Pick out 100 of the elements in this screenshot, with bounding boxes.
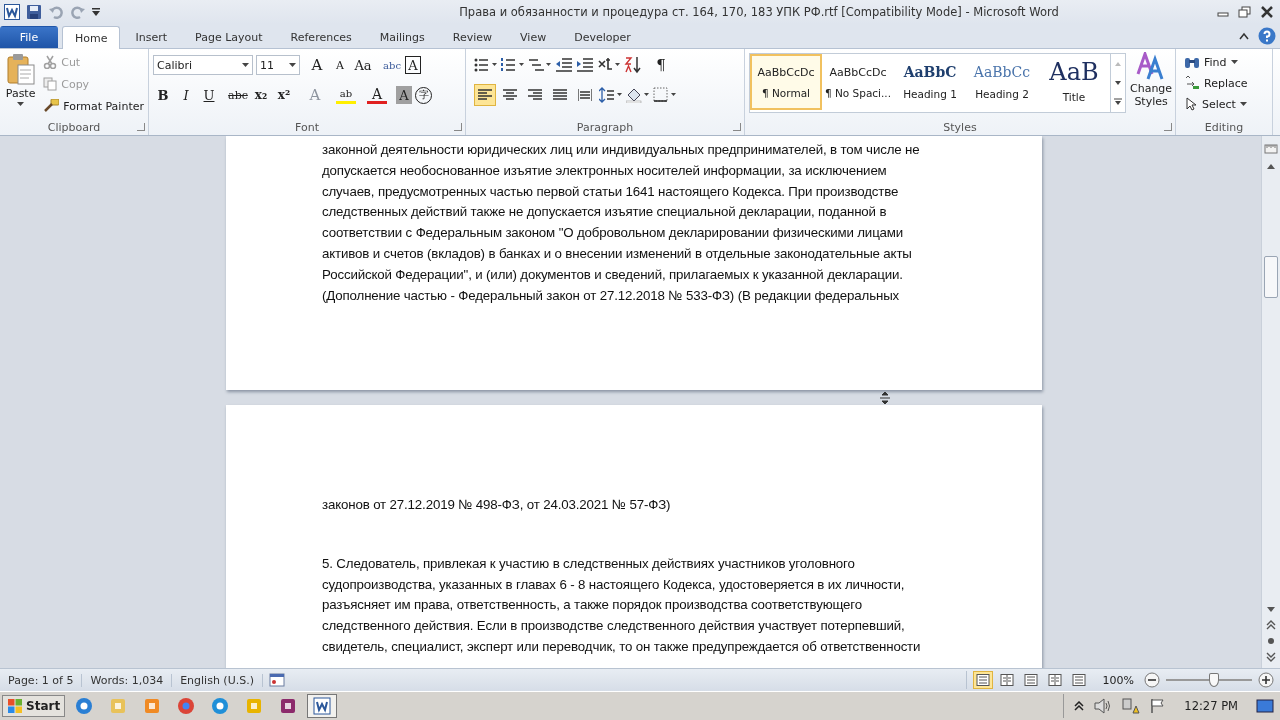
previous-page-icon[interactable] [1266,620,1276,630]
phonetic-button[interactable]: abc [382,54,402,76]
sub-button[interactable]: x₂ [251,84,271,106]
decrease-indent-icon[interactable] [555,57,573,73]
next-page-icon[interactable] [1266,652,1276,662]
shading-bucket-icon[interactable] [626,87,650,103]
vertical-scrollbar[interactable] [1261,136,1280,668]
strike-button[interactable]: abc [228,84,248,106]
status-item[interactable]: Page: 1 of 5 [6,673,83,687]
style-item[interactable]: AaB Title [1038,54,1110,110]
taskbar-app[interactable] [307,694,338,718]
customize-caret-icon[interactable] [92,7,100,17]
dialog-launcher-icon[interactable] [454,123,462,131]
status-item[interactable]: Words: 1,034 [88,673,173,687]
view-button[interactable] [972,671,993,689]
ribbon-tab[interactable]: Page Layout [182,26,276,48]
style-item[interactable]: AaBbCc Heading 2 [966,54,1038,110]
bullets-icon[interactable] [474,57,498,73]
start-button[interactable]: Start [2,695,66,717]
line-spacing-icon[interactable] [599,87,623,103]
shading-button[interactable]: A [396,86,412,104]
multilevel-list-icon[interactable] [528,57,552,73]
scroll-thumb[interactable] [1264,256,1278,298]
word-logo-icon[interactable] [4,4,20,20]
shrink-button[interactable]: A [330,54,350,76]
help-icon[interactable] [1258,27,1276,45]
ribbon-tab[interactable]: Insert [122,26,181,48]
dialog-launcher-icon[interactable] [1164,123,1172,131]
scroll-up-icon[interactable] [1266,162,1276,170]
change-styles-button[interactable]: Change Styles [1130,52,1173,108]
align-left-button[interactable] [474,84,496,106]
paintbrush-icon [43,99,60,113]
paste-button[interactable]: Paste [4,52,38,119]
painter-button[interactable]: Format Painter [43,96,144,116]
show-desktop-icon[interactable] [1256,698,1274,714]
browse-object-icon[interactable] [1266,636,1276,646]
save-icon[interactable] [26,4,42,20]
macro-record-icon[interactable] [268,673,285,687]
dialog-launcher-icon[interactable] [733,123,741,131]
grow-button[interactable]: A [307,54,327,76]
close-icon[interactable] [1260,6,1274,18]
ribbon-tab[interactable]: View [507,26,560,48]
asian-layout-icon[interactable] [597,57,621,73]
status-item[interactable]: English (U.S.) [178,673,263,687]
gallery-scroll[interactable] [1110,54,1125,112]
bold-button[interactable]: B [153,84,173,106]
border-button[interactable]: A [405,56,421,74]
clock[interactable]: 12:27 PM [1184,699,1238,713]
text-line: законной деятельности юридических лиц или индивидуальных предпринимателей, в том числе не [322,141,921,159]
replace-button[interactable]: Replace [1184,73,1268,93]
page-join-icon[interactable] [879,392,891,404]
find-button[interactable]: Find [1184,52,1268,72]
font-name-field[interactable]: Calibri [153,55,253,75]
sort-icon[interactable] [624,56,642,74]
copy-icon [43,77,58,91]
zoom-in-icon[interactable] [1258,672,1274,688]
zoom-level-button[interactable]: 100% [1102,673,1134,687]
ruler-icon[interactable] [1264,142,1278,156]
view-icon [1047,674,1062,686]
style-item[interactable]: AaBbC Heading 1 [894,54,966,110]
ribbon-tab[interactable]: Mailings [366,26,438,48]
view-icon [999,674,1014,686]
restore-icon[interactable] [1238,6,1252,18]
ribbon-tab[interactable]: Review [439,26,506,48]
numbering-icon[interactable] [501,57,525,73]
font-size-field[interactable]: 11 [256,55,300,75]
show-hidden-icons[interactable] [1074,701,1085,711]
alignment-icon [578,89,592,101]
sup-button[interactable]: x² [274,84,294,106]
ribbon-tab[interactable]: Home [62,26,121,49]
windows-logo-icon [7,698,23,714]
style-item[interactable]: AaBbCcDc ¶ Normal [750,54,822,110]
increase-indent-icon[interactable] [576,57,594,73]
dropdown-caret-icon[interactable] [289,63,296,67]
italic-button[interactable]: I [176,84,196,106]
network-warning-icon[interactable] [1122,698,1141,714]
color-button[interactable]: A [367,86,387,104]
dialog-launcher-icon[interactable] [137,123,145,131]
speaker-icon[interactable] [1094,698,1113,714]
minimize-ribbon-icon[interactable] [1238,31,1250,41]
select-button[interactable]: Select [1184,94,1268,114]
highlight-button[interactable]: ab [336,86,356,104]
flag-icon[interactable] [1150,698,1167,714]
show-formatting-button[interactable]: ¶ [651,54,671,76]
borders-icon[interactable] [653,87,677,103]
scroll-down-icon[interactable] [1113,79,1123,87]
alignment-icon [478,89,492,101]
dropdown-caret-icon[interactable] [242,63,249,67]
group-label: Font [295,120,319,134]
more-icon[interactable] [1113,98,1123,107]
zoom-out-icon[interactable] [1144,672,1160,688]
case-button[interactable]: Aa [353,54,373,76]
file-tab[interactable]: File [0,26,58,48]
scroll-down-icon[interactable] [1266,606,1276,614]
style-item[interactable]: AaBbCcDc ¶ No Spaci... [822,54,894,110]
underline-button[interactable]: U [199,84,219,106]
zoom-slider-thumb[interactable] [1209,673,1220,687]
ribbon-tab[interactable]: References [277,26,365,48]
ribbon-tab[interactable]: Developer [561,26,644,48]
pointer-icon [1184,97,1198,111]
